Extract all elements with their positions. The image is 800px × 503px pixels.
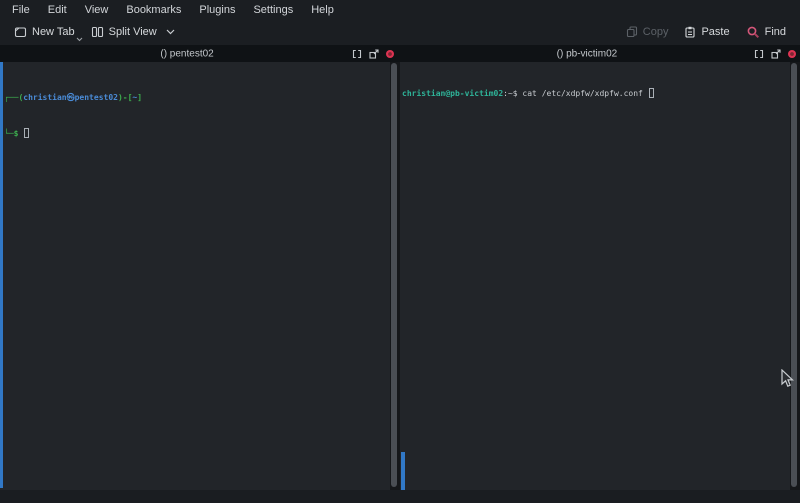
terminal-output-right: christian@pb-victim02:~$ cat /etc/xdpfw/… — [400, 62, 790, 124]
copy-button[interactable]: Copy — [618, 23, 677, 41]
right-pane-header[interactable]: () pb-victim02 — [398, 45, 800, 62]
right-edge-scrollbar[interactable] — [791, 63, 797, 487]
new-tab-icon — [14, 26, 27, 38]
menu-help[interactable]: Help — [302, 2, 343, 18]
detach-tab-icon[interactable] — [369, 49, 379, 59]
pane-splitter[interactable] — [391, 63, 397, 487]
menu-edit[interactable]: Edit — [39, 2, 76, 18]
terminal-cursor — [24, 128, 29, 138]
terminal-output-left: ┌──(christian㉿pentest02)-[~] └─$ — [0, 62, 390, 164]
new-tab-label: New Tab — [32, 26, 75, 38]
right-pane-scrollbar-handle[interactable] — [401, 452, 405, 490]
split-view-icon — [91, 26, 104, 38]
menu-bookmarks[interactable]: Bookmarks — [117, 2, 190, 18]
right-pane-title: () pb-victim02 — [557, 48, 618, 59]
menu-view[interactable]: View — [76, 2, 118, 18]
terminal-area: ┌──(christian㉿pentest02)-[~] └─$ christi… — [0, 62, 800, 490]
menu-plugins[interactable]: Plugins — [190, 2, 244, 18]
toolbar: New Tab Split View Copy — [0, 19, 800, 45]
close-split-button[interactable] — [386, 50, 394, 58]
left-pane-title: () pentest02 — [160, 48, 213, 59]
copy-icon — [626, 26, 638, 38]
split-view-button[interactable]: Split View — [83, 23, 183, 41]
menu-file[interactable]: File — [3, 2, 39, 18]
find-label: Find — [765, 26, 786, 38]
split-view-chevron-icon — [166, 29, 175, 35]
prompt-line: christian@pb-victim02:~$ cat /etc/xdpfw/… — [402, 88, 790, 100]
terminal-cursor — [649, 88, 654, 98]
close-split-button[interactable] — [788, 50, 796, 58]
copy-label: Copy — [643, 26, 669, 38]
maximize-split-icon[interactable] — [352, 49, 362, 59]
left-pane-scrollbar-handle[interactable] — [0, 62, 3, 488]
paste-button[interactable]: Paste — [676, 23, 737, 41]
menu-settings[interactable]: Settings — [244, 2, 302, 18]
find-button[interactable]: Find — [738, 23, 794, 42]
maximize-split-icon[interactable] — [754, 49, 764, 59]
menu-bar: File Edit View Bookmarks Plugins Setting… — [0, 0, 800, 19]
split-title-bar: () pentest02 () pb-victim02 — [0, 45, 800, 62]
detach-tab-icon[interactable] — [771, 49, 781, 59]
left-pane-header[interactable]: () pentest02 — [0, 45, 398, 62]
new-tab-dropdown-chevron-icon[interactable] — [76, 37, 83, 42]
new-tab-button[interactable]: New Tab — [6, 23, 83, 41]
window-bottom-strip — [0, 490, 800, 503]
paste-label: Paste — [701, 26, 729, 38]
terminal-pane-pentest02[interactable]: ┌──(christian㉿pentest02)-[~] └─$ — [0, 62, 390, 490]
paste-icon — [684, 26, 696, 38]
split-view-label: Split View — [109, 26, 157, 38]
find-icon — [746, 26, 760, 39]
prompt-line-1: ┌──(christian㉿pentest02)-[~] — [4, 92, 390, 104]
prompt-line-2: └─$ — [4, 128, 390, 140]
terminal-pane-pb-victim02[interactable]: christian@pb-victim02:~$ cat /etc/xdpfw/… — [400, 62, 790, 490]
mouse-cursor — [781, 369, 794, 388]
